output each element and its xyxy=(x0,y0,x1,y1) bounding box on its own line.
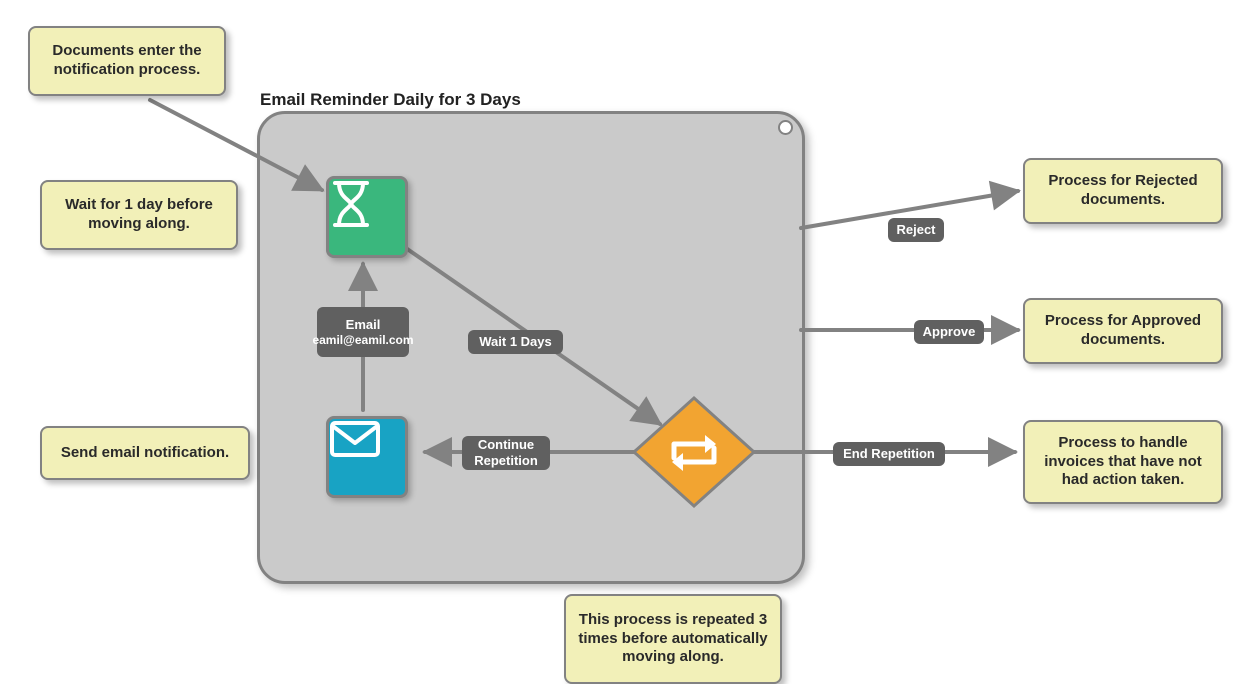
edge-label-wait: Wait 1 Days xyxy=(468,330,563,354)
email-node[interactable] xyxy=(326,416,408,498)
edge-enter xyxy=(150,100,322,190)
edge-label-email-line1: Email xyxy=(346,317,381,333)
edge-label-email-line2: eamil@eamil.com xyxy=(312,333,413,347)
hourglass-icon xyxy=(329,179,373,229)
note-approved-process[interactable]: Process for Approved documents. xyxy=(1023,298,1223,364)
edge-label-approve: Approve xyxy=(914,320,984,344)
edge-label-email: Email eamil@eamil.com xyxy=(317,307,409,357)
note-send-email[interactable]: Send email notification. xyxy=(40,426,250,480)
envelope-icon xyxy=(329,419,381,459)
note-no-action-process[interactable]: Process to handle invoices that have not… xyxy=(1023,420,1223,504)
note-documents-enter[interactable]: Documents enter the notification process… xyxy=(28,26,226,96)
wait-node[interactable] xyxy=(326,176,408,258)
note-rejected-process[interactable]: Process for Rejected documents. xyxy=(1023,158,1223,224)
note-repeated-3-times[interactable]: This process is repeated 3 times before … xyxy=(564,594,782,684)
edge-label-reject: Reject xyxy=(888,218,944,242)
edge-label-end-repetition: End Repetition xyxy=(833,442,945,466)
edge-label-continue: Continue Repetition xyxy=(462,436,550,470)
diagram-canvas: Email Reminder Daily for 3 Days xyxy=(0,0,1255,684)
note-wait-1-day[interactable]: Wait for 1 day before moving along. xyxy=(40,180,238,250)
